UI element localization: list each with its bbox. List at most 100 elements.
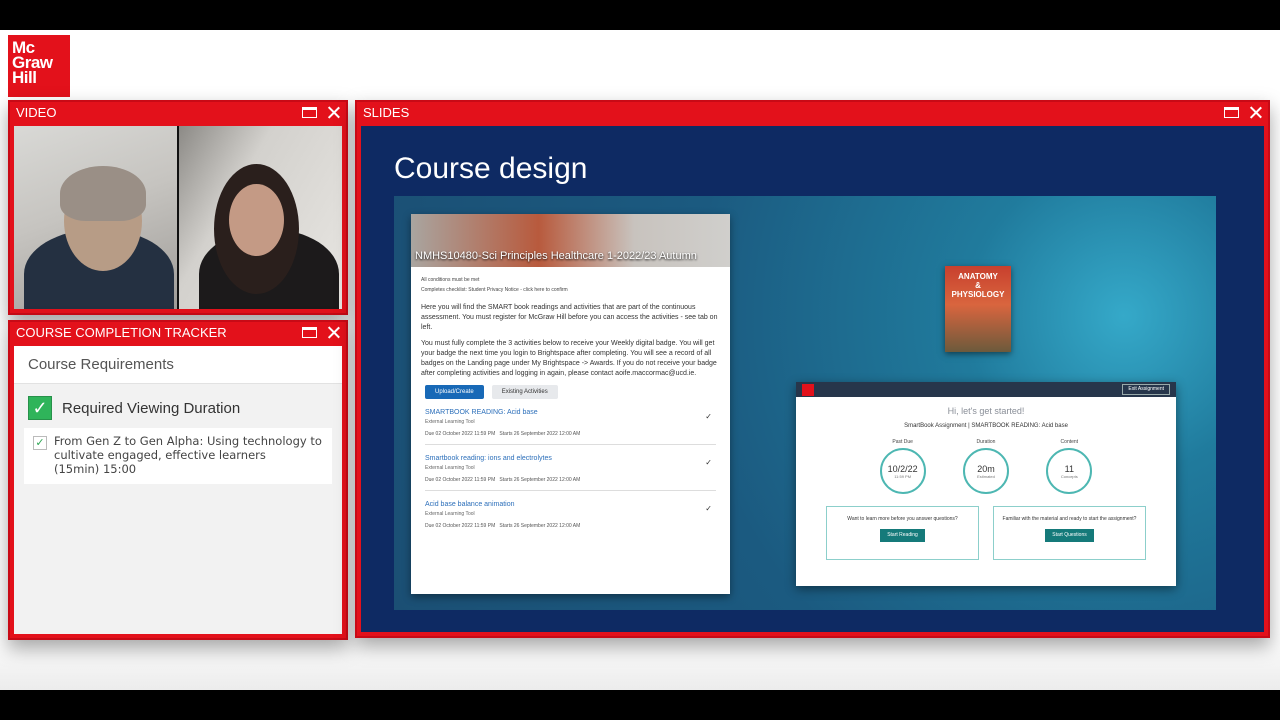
slide-title: Course design [394, 152, 588, 185]
stat-content: Content 11 Concepts [1046, 439, 1093, 494]
stat-circle: 20m Estimated [962, 448, 1009, 494]
activity-due: Due 02 October 2022 11:59 PM [425, 477, 496, 483]
activity-type: External Learning Tool [425, 465, 475, 471]
video-panel: VIDEO [8, 100, 348, 315]
start-questions-box: Familiar with the material and ready to … [993, 506, 1146, 560]
lms-button-row: Upload/Create Existing Activities [411, 385, 730, 399]
mcgraw-hill-mini-logo [802, 384, 814, 396]
checkmark-icon: ✓ [705, 412, 712, 421]
lms-paragraph-1: Here you will find the SMART book readin… [421, 304, 718, 331]
activity-starts: Starts 26 September 2022 12:00 AM [499, 431, 581, 437]
video-panel-header: VIDEO [10, 102, 346, 124]
slides-panel: SLIDES Course design NMHS10480-Sci Princ… [355, 100, 1270, 638]
checkmark-icon: ✓ [28, 396, 52, 420]
smartbook-topbar: Exit Assignment [796, 382, 1176, 397]
course-completion-tracker: COURSE COMPLETION TRACKER Course Require… [8, 320, 348, 640]
close-icon[interactable] [1249, 106, 1262, 119]
smartbook-subtitle: SmartBook Assignment | SMARTBOOK READING… [904, 423, 1068, 429]
requirement-row: ✓ Required Viewing Duration [28, 396, 342, 420]
activity-dates: Due 02 October 2022 11:59 PM Starts 26 S… [425, 477, 716, 483]
course-title: NMHS10480-Sci Principles Healthcare 1-20… [415, 250, 697, 262]
logo-line-3: Hill [12, 68, 37, 87]
participant-hair [60, 166, 146, 221]
activity-title[interactable]: SMARTBOOK READING: Acid base [425, 409, 716, 416]
start-reading-button[interactable]: Start Reading [880, 529, 925, 542]
slides-panel-header: SLIDES [357, 102, 1268, 124]
page-canvas: Mc Graw Hill VIDEO COURSE COMPLETION TRA… [0, 30, 1280, 690]
book-title-line-1: ANATOMY [958, 272, 998, 281]
requirement-item[interactable]: ✓ From Gen Z to Gen Alpha: Using technol… [24, 428, 332, 484]
slide-canvas: Course design NMHS10480-Sci Principles H… [361, 126, 1264, 632]
activity-title[interactable]: Acid base balance animation [425, 501, 716, 508]
slide-stage: NMHS10480-Sci Principles Healthcare 1-20… [394, 196, 1216, 610]
video-panel-title: VIDEO [16, 105, 57, 120]
smartbook-screenshot: Exit Assignment Hi, let's get started! S… [796, 382, 1176, 586]
activity-item[interactable]: SMARTBOOK READING: Acid base External Le… [425, 409, 716, 445]
lms-screenshot: NMHS10480-Sci Principles Healthcare 1-20… [411, 214, 730, 594]
maximize-icon[interactable] [1224, 107, 1239, 118]
tracker-panel-title: COURSE COMPLETION TRACKER [16, 325, 227, 340]
exit-assignment-button[interactable]: Exit Assignment [1122, 384, 1170, 395]
activity-title[interactable]: Smartbook reading: ions and electrolytes [425, 455, 716, 462]
stat-circle: 10/2/22 11:59 PM [879, 448, 926, 494]
stat-value: 20m [977, 463, 995, 474]
activity-type: External Learning Tool [425, 511, 475, 517]
activity-starts: Starts 26 September 2022 12:00 AM [499, 523, 581, 529]
activity-dates: Due 02 October 2022 11:59 PM Starts 26 S… [425, 431, 716, 437]
activity-item[interactable]: Smartbook reading: ions and electrolytes… [425, 455, 716, 491]
checkbox-icon: ✓ [33, 436, 47, 450]
item-duration: (15min) 15:00 [54, 462, 137, 476]
activity-due: Due 02 October 2022 11:59 PM [425, 431, 496, 437]
tracker-body: Course Requirements ✓ Required Viewing D… [14, 346, 342, 634]
stat-unit: Concepts [1060, 473, 1078, 479]
activity-dates: Due 02 October 2022 11:59 PM Starts 26 S… [425, 523, 716, 529]
stat-circle: 11 Concepts [1046, 448, 1093, 494]
requirements-heading: Course Requirements [14, 346, 342, 384]
checkmark-icon: ✓ [705, 458, 712, 467]
start-options: Want to learn more before you answer que… [796, 506, 1176, 560]
close-icon[interactable] [327, 106, 340, 119]
book-title-line-3: PHYSIOLOGY [951, 290, 1005, 299]
start-questions-button[interactable]: Start Questions [1045, 529, 1094, 542]
start-reading-box: Want to learn more before you answer que… [826, 506, 979, 560]
upload-create-button[interactable]: Upload/Create [425, 385, 484, 399]
activity-due: Due 02 October 2022 11:59 PM [425, 523, 496, 529]
smartbook-greeting: Hi, let's get started! [947, 406, 1025, 416]
book-title-line-2: & [975, 281, 981, 290]
course-banner: NMHS10480-Sci Principles Healthcare 1-20… [411, 214, 730, 267]
stat-label: Past Due [892, 439, 913, 445]
requirement-label: Required Viewing Duration [62, 399, 241, 417]
video-feed [14, 126, 342, 309]
maximize-icon[interactable] [302, 327, 317, 338]
stat-unit: Estimated [977, 473, 995, 479]
stat-label: Duration [976, 439, 996, 445]
maximize-icon[interactable] [302, 107, 317, 118]
activity-item[interactable]: Acid base balance animation External Lea… [425, 501, 716, 536]
stat-label: Content [1060, 439, 1079, 445]
start-reading-text: Want to learn more before you answer que… [847, 516, 958, 522]
existing-activities-button[interactable]: Existing Activities [491, 385, 558, 399]
slides-panel-title: SLIDES [363, 105, 410, 120]
activity-starts: Starts 26 September 2022 12:00 AM [499, 477, 581, 483]
item-title-line-2: cultivate engaged, effective learners [54, 448, 266, 462]
item-title-line-1: From Gen Z to Gen Alpha: Using technolog… [54, 434, 322, 448]
video-participant-1 [14, 126, 177, 309]
conditions-text: All conditions must be met [421, 277, 480, 283]
activity-type: External Learning Tool [425, 419, 475, 425]
checkmark-icon: ✓ [705, 504, 712, 513]
start-questions-text: Familiar with the material and ready to … [1002, 516, 1137, 522]
stat-value: 10/2/22 [887, 463, 918, 474]
tracker-panel-header: COURSE COMPLETION TRACKER [10, 322, 346, 344]
mcgraw-hill-logo: Mc Graw Hill [8, 35, 70, 97]
video-participant-2 [179, 126, 342, 309]
textbook-cover: ANATOMY & PHYSIOLOGY [945, 266, 1011, 352]
checklist-text: Completes checklist: Student Privacy Not… [421, 287, 568, 293]
close-icon[interactable] [327, 326, 340, 339]
stat-unit: 11:59 PM [894, 473, 912, 479]
stat-value: 11 [1064, 463, 1074, 474]
assignment-stats: Past Due 10/2/22 11:59 PM Duration 20m Est… [796, 439, 1176, 494]
stat-due: Past Due 10/2/22 11:59 PM [879, 439, 926, 494]
participant-head [229, 184, 284, 256]
lms-paragraph-2: You must fully complete the 3 activities… [421, 340, 717, 377]
stat-duration: Duration 20m Estimated [962, 439, 1009, 494]
